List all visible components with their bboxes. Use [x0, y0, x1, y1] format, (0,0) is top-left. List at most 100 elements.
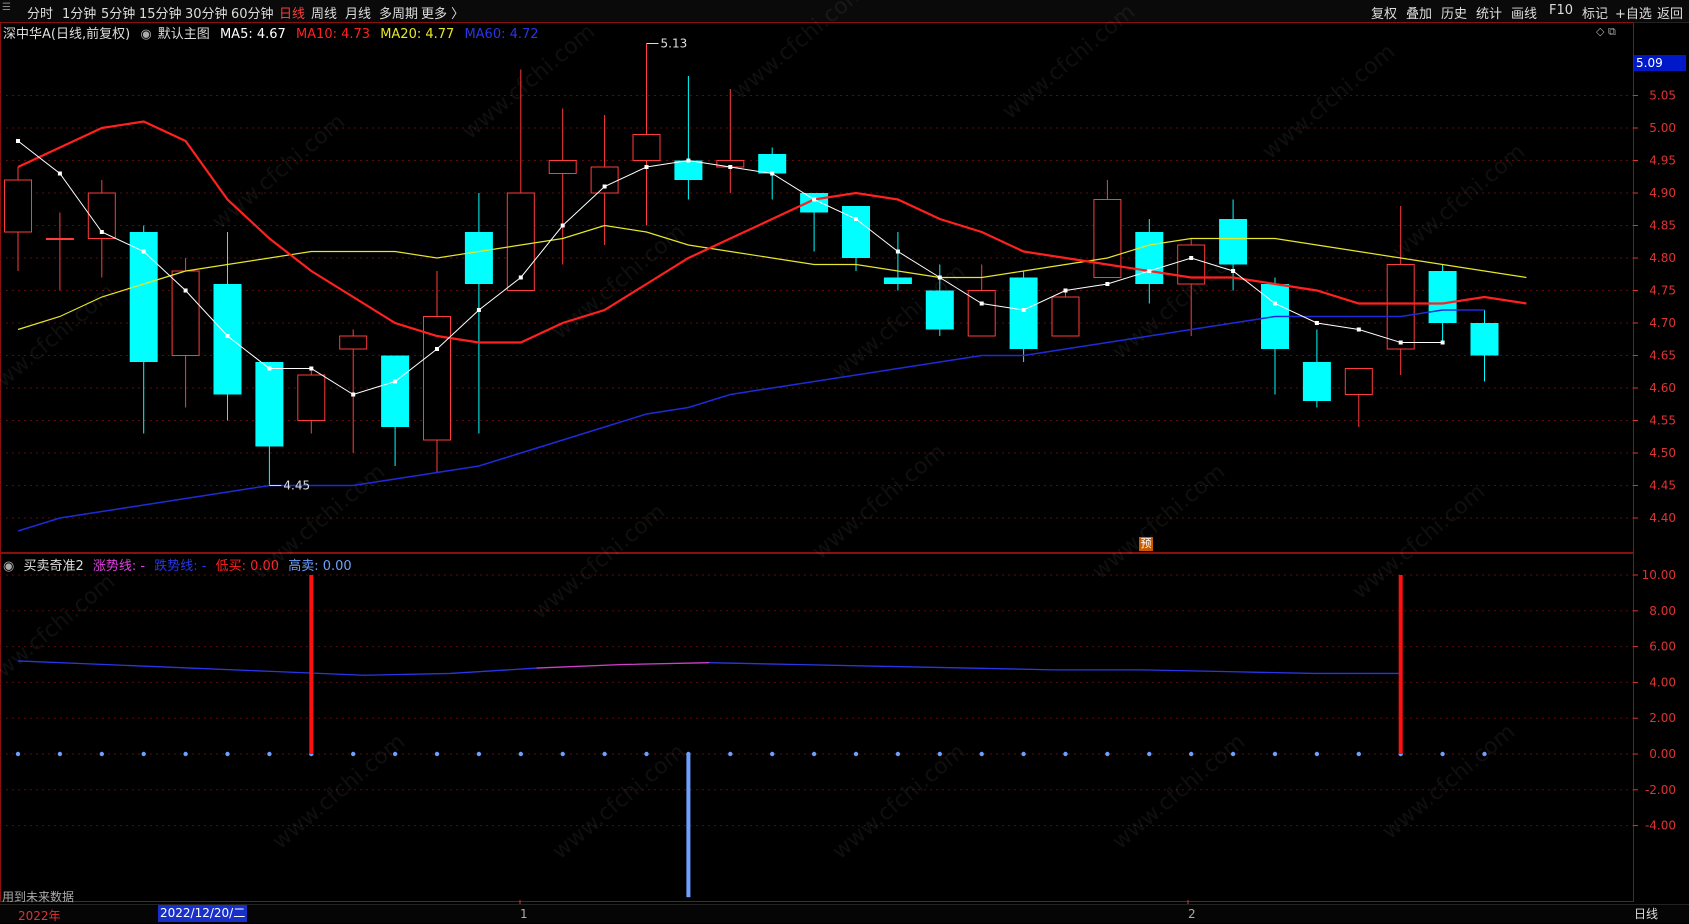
- candle-body-down: [213, 284, 242, 395]
- candle-body-down: [1009, 277, 1038, 349]
- candle-body-up: [1386, 264, 1415, 350]
- candle-body-down: [1219, 219, 1248, 265]
- indicator-fall-line: [17, 660, 537, 676]
- ma5-line-point: [16, 139, 20, 143]
- period-label[interactable]: 日线: [1634, 905, 1658, 922]
- selected-date: 2022/12/20/二: [158, 905, 248, 922]
- candle-body-up: [632, 134, 661, 161]
- indicator-zero-dot: [770, 751, 775, 757]
- price-axis-label: 4.40: [1649, 511, 1676, 525]
- candle-body-down: [758, 154, 787, 174]
- watermark-text: www.cfchi.com: [728, 0, 870, 105]
- ma5-line-point: [1231, 269, 1236, 273]
- price-axis-label: 5.05: [1649, 89, 1676, 103]
- ma5-line-point: [225, 334, 230, 338]
- ma20-line: [17, 224, 1527, 331]
- kline-chart[interactable]: 5.05 5.00 4.95 4.90 4.85 4.80 4.75 4.70 4.65 4.60…: [0, 0, 1689, 922]
- indicator-zero-dot: [518, 751, 523, 757]
- ma5-line-point: [476, 308, 481, 312]
- indicator-zero-dot: [267, 751, 272, 757]
- indicator-axis-label: 8.00: [1649, 604, 1676, 618]
- indicator-zero-dot: [1105, 751, 1110, 757]
- ma5-line-point: [602, 184, 607, 189]
- month-1-label: 1: [520, 907, 528, 921]
- ma5-line-point: [686, 158, 691, 163]
- low-price-marker: 4.45: [283, 479, 310, 493]
- year-label: 2022年: [18, 909, 61, 923]
- indicator-zero-dot: [1356, 751, 1362, 757]
- indicator-zero-dot: [602, 751, 607, 757]
- indicator-zero-dot: [979, 751, 984, 757]
- candle-body-down: [1302, 362, 1331, 401]
- ma5-line-point: [1147, 269, 1152, 273]
- ma5-line-point: [99, 230, 104, 234]
- watermark-text: www.cfchi.com: [458, 19, 600, 144]
- candle-body-up: [297, 374, 326, 421]
- indicator-zero-dot: [99, 751, 105, 757]
- high-price-marker: 5.13: [661, 37, 688, 51]
- price-axis-label: 4.50: [1649, 446, 1676, 460]
- price-axis-label: 4.45: [1649, 479, 1676, 493]
- ma5-line-point: [1021, 308, 1026, 312]
- indicator-zero-dot: [476, 751, 482, 757]
- indicator-zero-dot: [1440, 751, 1445, 757]
- ma5-line-point: [937, 275, 942, 280]
- ma5-line-point: [1189, 256, 1194, 260]
- ma5-line-point: [435, 347, 439, 351]
- indicator-axis-label: -4.00: [1645, 819, 1676, 833]
- ma5-line-point: [1440, 340, 1445, 345]
- ma5-line-point: [267, 366, 272, 371]
- watermark-text: www.cfchi.com: [268, 729, 410, 854]
- indicator-zero-dot: [1230, 751, 1236, 757]
- candle-body-up: [4, 179, 32, 233]
- indicator-zero-dot: [1189, 751, 1194, 757]
- candle-body-down: [925, 290, 954, 330]
- ma5-line-point: [57, 171, 62, 176]
- watermark-text: www.cfchi.com: [0, 569, 120, 694]
- indicator-zero-dot: [644, 751, 649, 757]
- watermark-text: www.cfchi.com: [808, 439, 950, 564]
- indicator-zero-dot: [728, 751, 733, 757]
- ma5-line-point: [560, 223, 565, 228]
- indicator-zero-dot: [1063, 751, 1068, 757]
- price-axis-label: 4.90: [1649, 186, 1676, 200]
- price-axis-label: 5.00: [1649, 121, 1676, 135]
- watermark-text: www.cfchi.com: [0, 279, 120, 404]
- indicator-zero-dot: [1482, 751, 1487, 757]
- watermark-text: www.cfchi.com: [548, 219, 690, 344]
- indicator-zero-dot: [895, 751, 901, 757]
- indicator-zero-dot: [351, 751, 356, 757]
- indicator-axis-label: -2.00: [1645, 783, 1676, 797]
- watermark-text: www.cfchi.com: [528, 499, 670, 624]
- indicator-zero-dot: [434, 751, 440, 757]
- ma5-line-point: [309, 366, 314, 371]
- indicator-zero-dot: [57, 751, 63, 757]
- indicator-zero-dot: [1147, 751, 1152, 757]
- indicator-zero-dot: [853, 751, 859, 757]
- ma5-line-point: [1356, 327, 1361, 332]
- candle-body-down: [1470, 323, 1499, 356]
- ma5-line-point: [183, 288, 188, 293]
- candle-body-down: [800, 193, 829, 213]
- watermark-text: www.cfchi.com: [1348, 479, 1490, 604]
- candle-body-down: [381, 355, 410, 427]
- price-axis-label: 4.60: [1649, 381, 1676, 395]
- ma5-line-point: [1398, 340, 1403, 345]
- indicator-zero-dot: [225, 751, 230, 757]
- candle-body-down: [1428, 271, 1457, 323]
- price-axis-label: 4.65: [1649, 349, 1676, 363]
- candle-body-down: [464, 232, 493, 284]
- ma5-line-point: [979, 301, 984, 306]
- ma5-line-point: [141, 249, 146, 254]
- candle-body-down: [883, 277, 912, 284]
- candle-body-up: [339, 335, 368, 350]
- candle-body-up: [548, 160, 577, 174]
- indicator-axis-label: 6.00: [1649, 640, 1676, 654]
- ma5-line-point: [895, 249, 900, 254]
- candle-body-up: [590, 166, 619, 194]
- indicator-zero-dot: [1272, 751, 1278, 757]
- ma5-line-point: [1063, 288, 1068, 293]
- watermark-text: www.cfchi.com: [828, 739, 970, 864]
- indicator-zero-dot: [1021, 751, 1026, 757]
- indicator-axis-label: 10.00: [1642, 568, 1676, 582]
